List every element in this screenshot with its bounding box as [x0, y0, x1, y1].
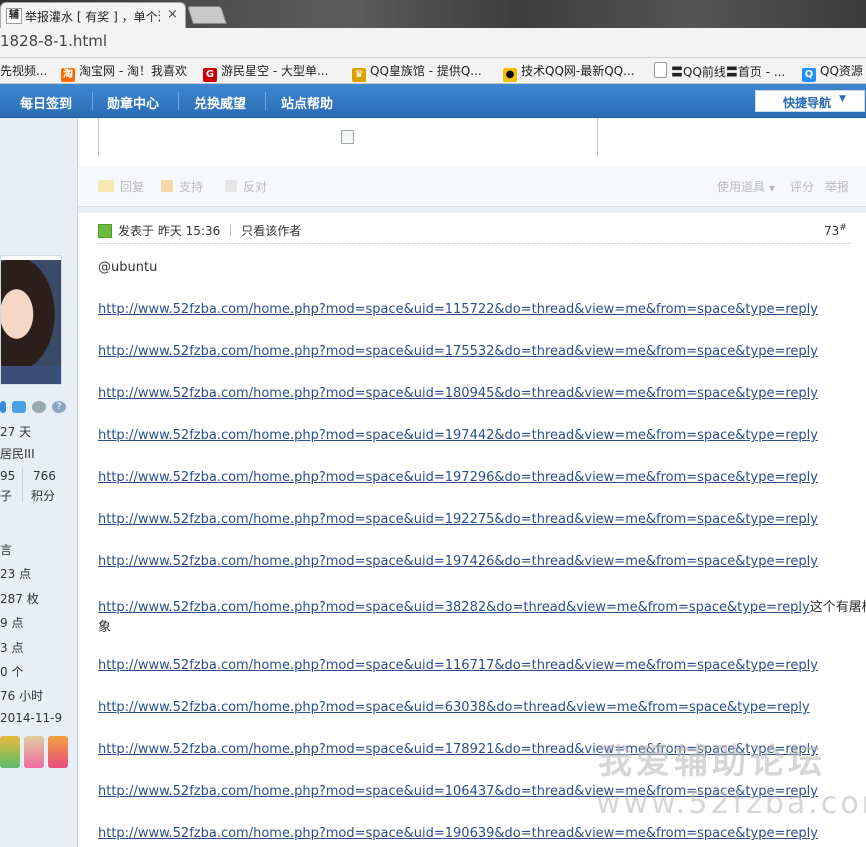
address-bar[interactable]: 1828-8-1.html	[0, 28, 866, 58]
note-text: 这个有屠楼现	[809, 600, 866, 615]
qq-penguin-icon: ●	[503, 68, 517, 82]
floor-number[interactable]: 73#	[824, 223, 847, 238]
avatar-photo	[1, 260, 61, 380]
medal-icon[interactable]	[23, 736, 44, 768]
taobao-icon: 淘	[61, 68, 75, 82]
post-separator	[78, 207, 866, 213]
nav-divider	[92, 92, 93, 110]
chevron-down-icon: ▼	[839, 94, 846, 104]
avatar-shirt	[1, 366, 61, 384]
reply-link[interactable]: http://www.52fzba.com/home.php?mod=space…	[98, 512, 818, 527]
reply-link[interactable]: http://www.52fzba.com/home.php?mod=space…	[98, 386, 818, 401]
reply-link[interactable]: http://www.52fzba.com/home.php?mod=space…	[98, 428, 818, 443]
thumb-up-icon	[161, 180, 173, 192]
use-tool-dropdown[interactable]: 使用道具 ▼	[717, 178, 775, 195]
meta-divider	[230, 224, 232, 236]
reply-link-with-note: http://www.52fzba.com/home.php?mod=space…	[98, 596, 866, 615]
address-url[interactable]: 1828-8-1.html	[0, 32, 107, 50]
nav-divider	[265, 92, 266, 110]
bookmark-item[interactable]: ♛ QQ皇族馆 - 提供Q...	[352, 62, 482, 82]
medal-icon[interactable]	[0, 736, 20, 768]
bookmark-item[interactable]: G 游民星空 - 大型单...	[203, 62, 328, 82]
note-text-wrap: 象	[98, 620, 112, 635]
broken-image-icon	[341, 130, 354, 144]
thumb-down-icon	[225, 180, 237, 192]
user-info-sidebar: ? 27 天 居民III 95 766 子 积分 言 23 点 287 枚 9 …	[0, 118, 78, 847]
reply-link[interactable]: http://www.52fzba.com/home.php?mod=space…	[98, 470, 818, 485]
badge-icon	[12, 400, 26, 413]
stat-points-label: 积分	[31, 489, 56, 503]
nav-site-help[interactable]: 站点帮助	[281, 93, 333, 112]
help-icon[interactable]: ?	[52, 400, 66, 413]
avatar[interactable]	[0, 255, 62, 385]
watermark-url: www.52fzba.com	[596, 786, 866, 821]
nav-medal-center[interactable]: 勋章中心	[107, 93, 159, 112]
medal-icon[interactable]	[47, 736, 68, 768]
quick-nav-label: 快捷导航	[783, 96, 832, 110]
reply-icon	[98, 180, 114, 192]
stat-value: 287 枚	[0, 592, 39, 606]
online-status-icon	[98, 224, 112, 238]
tab-strip: 辅 举报灌水 [ 有奖 ] ，单个消 ×	[0, 0, 866, 28]
badge-icon	[0, 400, 6, 413]
oppose-button[interactable]: 反对	[225, 178, 267, 195]
reply-link[interactable]: http://www.52fzba.com/home.php?mod=space…	[98, 344, 818, 359]
score-link[interactable]: 评分	[790, 178, 814, 195]
nav-daily-checkin[interactable]: 每日签到	[20, 93, 72, 112]
reply-link[interactable]: http://www.52fzba.com/home.php?mod=space…	[98, 700, 810, 715]
image-container	[98, 118, 598, 156]
bookmark-item[interactable]: Q QQ资源	[802, 62, 863, 82]
stat-divider	[22, 468, 23, 502]
site-favicon-icon: 辅	[6, 8, 22, 24]
only-author-link[interactable]: 只看该作者	[241, 224, 301, 238]
stat-posts-label: 子	[0, 489, 13, 503]
chevron-down-icon: ▼	[768, 184, 775, 193]
browser-tab-active[interactable]: 辅 举报灌水 [ 有奖 ] ，单个消 ×	[0, 2, 186, 28]
stat-label-fragment: 言	[0, 543, 13, 557]
reply-link[interactable]: http://www.52fzba.com/home.php?mod=space…	[98, 554, 818, 569]
stat-register-date: 2014-11-9	[0, 711, 63, 725]
nav-divider	[178, 92, 179, 110]
stat-posts-count: 95	[0, 469, 16, 483]
reply-button[interactable]: 回复	[98, 178, 144, 195]
report-link[interactable]: 举报	[825, 178, 849, 195]
reply-link[interactable]: http://www.52fzba.com/home.php?mod=space…	[98, 302, 818, 317]
new-tab-button[interactable]	[187, 6, 227, 24]
qq-icon: Q	[802, 68, 816, 82]
stat-value: 0 个	[0, 665, 24, 679]
stat-online-days: 27 天	[0, 425, 32, 439]
bookmark-item[interactable]: ● 技术QQ网-最新QQ...	[503, 62, 635, 82]
reply-link[interactable]: http://www.52fzba.com/home.php?mod=space…	[98, 600, 810, 615]
stat-online-hours: 76 小时	[0, 689, 44, 703]
post-time: 发表于 昨天 15:36	[118, 224, 221, 238]
stat-value: 9 点	[0, 616, 24, 630]
dashed-divider	[98, 243, 850, 244]
bookmark-item[interactable]: 先视频...	[0, 62, 47, 79]
bookmark-item[interactable]: 淘淘宝网 - 淘！我喜欢	[61, 62, 187, 82]
stat-value: 23 点	[0, 567, 32, 581]
stat-value: 3 点	[0, 641, 24, 655]
medal-row	[0, 736, 68, 771]
watermark-title: 我爱辅助论坛	[598, 742, 826, 782]
crown-icon: ♛	[352, 68, 366, 82]
post-action-bar: 回复 支持 反对 使用道具 ▼ 评分 举报	[78, 166, 866, 207]
bookmarks-bar: 先视频... 淘淘宝网 - 淘！我喜欢 G 游民星空 - 大型单... ♛ QQ皇族…	[0, 58, 866, 84]
page-icon	[654, 62, 667, 78]
stat-points-count: 766	[33, 469, 56, 483]
reply-link[interactable]: http://www.52fzba.com/home.php?mod=space…	[98, 826, 818, 841]
mention-text[interactable]: @ubuntu	[98, 260, 157, 275]
diamond-icon	[32, 400, 46, 413]
tab-close-icon[interactable]: ×	[167, 7, 178, 22]
tab-title: 举报灌水 [ 有奖 ] ，单个消	[25, 10, 160, 24]
stat-user-group: 居民III	[0, 447, 35, 461]
gamersky-icon: G	[203, 68, 217, 82]
quick-nav-dropdown[interactable]: 快捷导航 ▼	[755, 90, 865, 112]
post-meta: 发表于 昨天 15:36 只看该作者	[98, 222, 301, 239]
bookmark-item[interactable]: 〓QQ前线〓首页 - ...	[654, 62, 785, 80]
support-button[interactable]: 支持	[161, 178, 203, 195]
user-badge-icons: ?	[0, 399, 72, 413]
reply-link[interactable]: http://www.52fzba.com/home.php?mod=space…	[98, 658, 818, 673]
site-nav-bar: 每日签到 勋章中心 兑换威望 站点帮助 快捷导航 ▼	[0, 84, 866, 118]
nav-exchange-prestige[interactable]: 兑换威望	[194, 93, 246, 112]
